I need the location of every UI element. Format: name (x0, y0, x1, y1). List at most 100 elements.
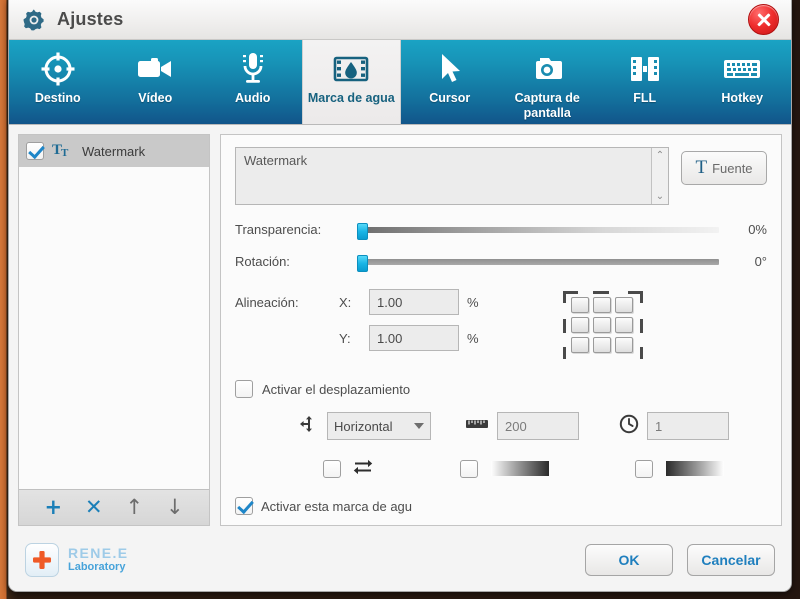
bracket-tr-v (640, 291, 643, 303)
tab-label: Audio (235, 91, 271, 105)
align-cell-top-right[interactable] (615, 297, 633, 313)
alignment-x-unit: % (467, 294, 479, 310)
scroll-direction-dropdown[interactable]: Horizontal (327, 412, 431, 440)
target-icon (40, 49, 76, 89)
bracket-bl-v (563, 347, 566, 359)
move-up-icon[interactable]: ↑ (125, 497, 143, 518)
alignment-label: Alineación: (235, 294, 299, 310)
transparency-track (357, 226, 719, 233)
footer-bar: RENE.E Laboratory OK Cancelar (9, 529, 791, 591)
cursor-arrow-icon (437, 49, 463, 89)
font-t-icon: T (695, 157, 708, 178)
add-icon[interactable]: + (44, 497, 62, 518)
tab-cursor[interactable]: Cursor (401, 40, 499, 124)
font-button-label: Fuente (712, 160, 753, 176)
rotation-label: Rotación: (235, 254, 290, 269)
close-icon[interactable] (748, 4, 779, 35)
tab-label: Hotkey (721, 91, 764, 105)
video-camera-icon (135, 49, 175, 89)
activate-watermark-label: Activar esta marca de agu (261, 498, 413, 514)
watermark-settings-panel: Watermark ⌃ ⌄ T Fuente Transparencia: 0%… (220, 134, 782, 526)
align-cell-bottom-right[interactable] (615, 337, 633, 353)
align-cell-middle-left[interactable] (571, 317, 589, 333)
fade-out-checkbox[interactable] (635, 459, 653, 478)
keyboard-icon (722, 49, 762, 89)
align-cell-bottom-left[interactable] (571, 337, 589, 353)
tab-label: Vídeo (138, 91, 173, 105)
activate-watermark-row: Activar esta marca de agu (235, 497, 431, 515)
bracket-ml (563, 319, 566, 333)
align-cell-top-center[interactable] (593, 297, 611, 313)
tab-marca-de-agua[interactable]: Marca de agua (301, 40, 401, 124)
list-item-label: Watermark (82, 143, 146, 159)
align-cell-top-left[interactable] (571, 297, 589, 313)
align-cell-bottom-center[interactable] (593, 337, 611, 353)
rotation-slider[interactable] (357, 254, 719, 272)
tab-label: Destino (34, 91, 81, 105)
bracket-br-v (640, 347, 643, 359)
brand-logo: RENE.E Laboratory (25, 543, 129, 577)
watermark-text-input[interactable]: Watermark ⌃ ⌄ (235, 147, 669, 205)
cancel-button[interactable]: Cancelar (687, 544, 775, 576)
tab-label: FLL (633, 91, 657, 105)
settings-window: Ajustes Destino Vídeo Audio Marca de agu… (8, 0, 792, 592)
scroll-duration-input[interactable]: 1 (647, 412, 729, 440)
align-cell-middle-right[interactable] (615, 317, 633, 333)
tab-captura-de-pantalla[interactable]: Captura de pantalla (499, 40, 597, 124)
fade-out-gradient-icon (666, 461, 724, 476)
scroll-options-row (235, 457, 767, 480)
brand-sub: Laboratory (68, 561, 126, 573)
scroll-down-icon[interactable]: ⌄ (656, 191, 664, 202)
chevron-down-icon (414, 423, 424, 429)
tab-destino[interactable]: Destino (9, 40, 107, 124)
tab-video[interactable]: Vídeo (107, 40, 205, 124)
list-item-checkbox[interactable] (26, 142, 44, 160)
scroll-up-icon[interactable]: ⌃ (656, 150, 664, 161)
font-button[interactable]: T Fuente (681, 151, 767, 185)
watermark-list-panel: T T Watermark + ✕ ↑ ↓ (18, 134, 210, 526)
rotation-value: 0° (754, 254, 767, 269)
alignment-y-input[interactable]: 1.00 (369, 325, 459, 351)
loop-checkbox[interactable] (323, 459, 341, 478)
tab-hotkey[interactable]: Hotkey (694, 40, 792, 124)
alignment-x-input[interactable]: 1.00 (369, 289, 459, 315)
transparency-row: Transparencia: 0% (235, 222, 767, 240)
scroll-enable-row: Activar el desplazamiento (235, 380, 767, 398)
tab-label: Marca de agua (307, 91, 395, 105)
align-cell-middle-center[interactable] (593, 317, 611, 333)
gear-icon (22, 8, 46, 32)
ruler-icon (465, 417, 489, 436)
clock-icon (619, 414, 639, 439)
textarea-scrollbar[interactable]: ⌃ ⌄ (651, 148, 668, 204)
alignment-y-unit: % (467, 330, 479, 346)
dialog-buttons: OK Cancelar (585, 544, 775, 576)
svg-text:T: T (61, 147, 69, 158)
watermark-list: T T Watermark (19, 135, 209, 489)
alignment-block: Alineación: X: 1.00 % Y: 1.00 % (235, 289, 767, 361)
transparency-slider[interactable] (357, 222, 719, 240)
tab-audio[interactable]: Audio (204, 40, 302, 124)
delete-icon[interactable]: ✕ (85, 497, 103, 518)
brand-text: RENE.E Laboratory (68, 546, 129, 574)
transparency-label: Transparencia: (235, 222, 322, 237)
activate-watermark-checkbox[interactable] (235, 497, 253, 515)
alignment-x-row: Alineación: X: 1.00 % (235, 289, 535, 315)
alignment-position-grid[interactable] (563, 291, 643, 359)
scroll-distance-input[interactable]: 200 (497, 412, 579, 440)
list-toolbar: + ✕ ↑ ↓ (19, 489, 209, 525)
alignment-x-label: X: (339, 294, 352, 310)
fade-in-checkbox[interactable] (460, 459, 478, 478)
bracket-mr (640, 319, 643, 333)
list-item[interactable]: T T Watermark (19, 135, 209, 167)
scroll-enable-checkbox[interactable] (235, 380, 253, 398)
move-down-icon[interactable]: ↓ (166, 497, 184, 518)
rotation-handle[interactable] (357, 254, 368, 272)
fade-in-gradient-icon (491, 461, 549, 476)
scroll-direction-value: Horizontal (334, 418, 393, 434)
ok-button[interactable]: OK (585, 544, 673, 576)
tab-fll[interactable]: FLL (596, 40, 694, 124)
tab-label: Captura de pantalla (514, 91, 580, 120)
transparency-handle[interactable] (357, 222, 368, 240)
tab-strip: Destino Vídeo Audio Marca de agua Cursor… (9, 40, 791, 125)
scroll-enable-label: Activar el desplazamiento (262, 381, 411, 397)
